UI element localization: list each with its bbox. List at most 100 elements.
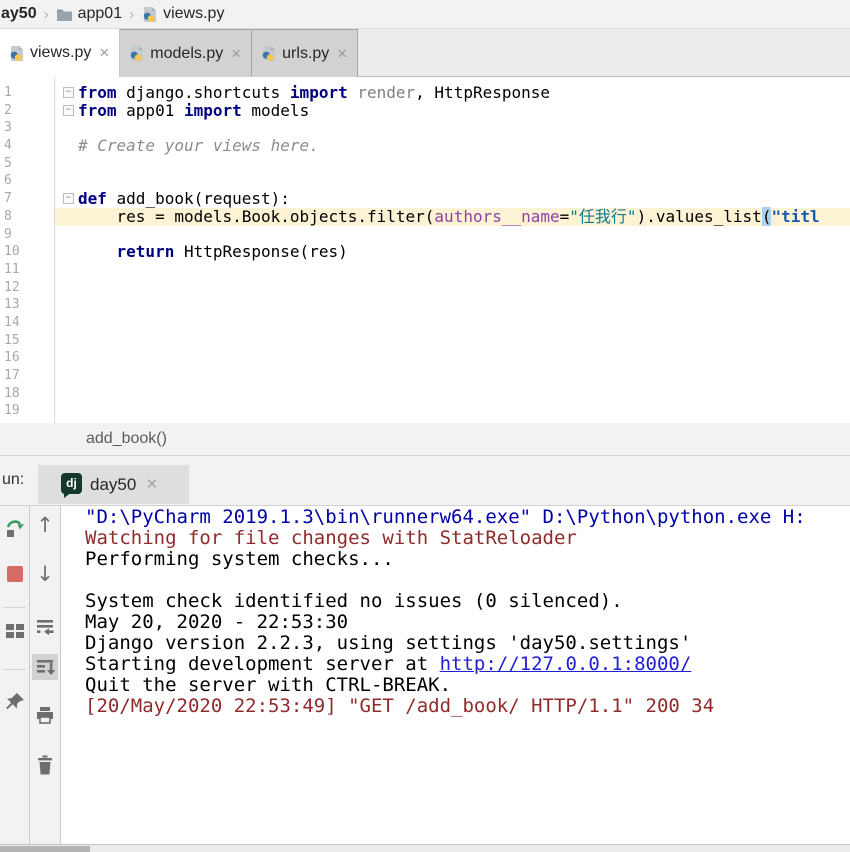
tab-urls-py[interactable]: urls.py × — [252, 29, 358, 77]
fold-marker-icon[interactable]: − — [63, 193, 74, 204]
code-line[interactable] — [55, 226, 850, 244]
line-number: 18 — [0, 385, 54, 403]
console-line: System check identified no issues (0 sil… — [85, 591, 850, 612]
down-stack-icon[interactable]: ↓ — [32, 561, 58, 587]
line-number: 19 — [0, 402, 54, 420]
server-url-link[interactable]: http://127.0.0.1:8000/ — [440, 653, 692, 675]
run-tab-day50[interactable]: dj day50 × — [38, 465, 189, 504]
tab-label: urls.py — [282, 45, 329, 63]
soft-wrap-icon[interactable] — [32, 614, 58, 640]
pin-icon[interactable] — [2, 689, 28, 715]
tab-label: views.py — [30, 44, 91, 62]
code-line[interactable]: return HttpResponse(res) — [55, 243, 850, 261]
fold-marker-icon[interactable]: − — [63, 87, 74, 98]
line-number: 12 — [0, 279, 54, 297]
context-method[interactable]: add_book() — [86, 430, 167, 448]
code-line[interactable]: −from app01 import models — [55, 102, 850, 120]
gutter: 12345678910111213141516171819 — [0, 77, 55, 423]
line-number: 1 — [0, 84, 54, 102]
breadcrumb-file[interactable]: views.py — [163, 5, 224, 23]
run-label: un: — [2, 471, 24, 489]
code-line[interactable]: −from django.shortcuts import render, Ht… — [55, 84, 850, 102]
code-line[interactable]: # Create your views here. — [55, 137, 850, 155]
line-number: 2 — [0, 102, 54, 120]
console-line: [20/May/2020 22:53:49] "GET /add_book/ H… — [85, 696, 850, 717]
code-line[interactable] — [55, 155, 850, 173]
line-number: 15 — [0, 332, 54, 350]
line-number: 4 — [0, 137, 54, 155]
breadcrumb-package[interactable]: app01 — [78, 5, 123, 23]
line-number: 7 — [0, 190, 54, 208]
line-number: 9 — [0, 226, 54, 244]
stop-icon[interactable] — [2, 561, 28, 587]
console-output[interactable]: "D:\PyCharm 2019.1.3\bin\runnerw64.exe" … — [61, 506, 850, 844]
breadcrumb: ay50 › app01 › views.py — [0, 0, 850, 29]
line-number: 13 — [0, 296, 54, 314]
python-file-icon — [8, 45, 25, 62]
console-line: Performing system checks... — [85, 549, 850, 570]
code-line[interactable] — [55, 367, 850, 385]
console-line — [85, 570, 850, 591]
chevron-right-icon: › — [44, 6, 49, 23]
code-editor[interactable]: 12345678910111213141516171819 −from djan… — [0, 77, 850, 423]
code-line[interactable] — [55, 119, 850, 137]
print-icon[interactable] — [32, 702, 58, 728]
close-icon[interactable]: × — [337, 44, 347, 64]
console-line: "D:\PyCharm 2019.1.3\bin\runnerw64.exe" … — [85, 507, 850, 528]
code-line[interactable] — [55, 314, 850, 332]
code-line[interactable] — [55, 279, 850, 297]
clear-all-icon[interactable] — [32, 752, 58, 778]
line-number: 16 — [0, 349, 54, 367]
python-file-icon — [141, 6, 158, 23]
console-toolbar: ↑ ↓ — [30, 506, 61, 844]
code-line[interactable] — [55, 349, 850, 367]
close-icon[interactable]: × — [99, 43, 109, 63]
line-number: 6 — [0, 172, 54, 190]
line-number: 5 — [0, 155, 54, 173]
rerun-icon[interactable] — [2, 515, 28, 541]
code-lines[interactable]: −from django.shortcuts import render, Ht… — [55, 77, 850, 423]
tab-views-py[interactable]: views.py × — [0, 29, 120, 77]
close-icon[interactable]: × — [231, 44, 241, 64]
pycharm-window: ay50 › app01 › views.py views.py × model… — [0, 0, 850, 852]
run-tab-label: day50 — [90, 475, 136, 495]
line-number: 10 — [0, 243, 54, 261]
line-number: 3 — [0, 119, 54, 137]
code-line[interactable] — [55, 402, 850, 420]
code-line[interactable]: −def add_book(request): — [55, 190, 850, 208]
console-line: Starting development server at http://12… — [85, 654, 850, 675]
python-file-icon — [260, 45, 277, 62]
scroll-end-icon[interactable] — [32, 654, 58, 680]
line-number: 11 — [0, 261, 54, 279]
run-toolwindow-header: un: dj day50 × — [0, 456, 850, 505]
django-icon: dj — [61, 473, 83, 497]
fold-marker-icon[interactable]: − — [63, 105, 74, 116]
console-line: Django version 2.2.3, using settings 'da… — [85, 633, 850, 654]
breadcrumb-project[interactable]: ay50 — [1, 5, 37, 23]
line-number: 14 — [0, 314, 54, 332]
line-number: 8 — [0, 208, 54, 226]
run-console: ↑ ↓ — [0, 505, 850, 844]
tab-models-py[interactable]: models.py × — [120, 29, 252, 77]
run-toolbar — [0, 506, 30, 844]
scrollbar-thumb[interactable] — [0, 846, 90, 852]
code-line[interactable] — [55, 332, 850, 350]
code-line[interactable] — [55, 296, 850, 314]
console-line: Watching for file changes with StatReloa… — [85, 528, 850, 549]
console-line: Quit the server with CTRL-BREAK. — [85, 675, 850, 696]
tab-label: models.py — [150, 45, 223, 63]
code-line[interactable] — [55, 385, 850, 403]
context-navbar: add_book() — [0, 423, 850, 456]
up-stack-icon[interactable]: ↑ — [32, 512, 58, 538]
code-line[interactable] — [55, 261, 850, 279]
editor-tab-bar: views.py × models.py × urls.py × — [0, 29, 850, 77]
console-line: May 20, 2020 - 22:53:30 — [85, 612, 850, 633]
horizontal-scrollbar[interactable] — [0, 844, 850, 852]
folder-icon — [56, 7, 73, 22]
code-line[interactable]: res = models.Book.objects.filter(authors… — [55, 208, 850, 226]
code-line[interactable] — [55, 172, 850, 190]
line-number: 17 — [0, 367, 54, 385]
chevron-right-icon: › — [129, 6, 134, 23]
close-icon[interactable]: × — [146, 474, 157, 496]
restore-layout-icon[interactable] — [2, 618, 28, 644]
